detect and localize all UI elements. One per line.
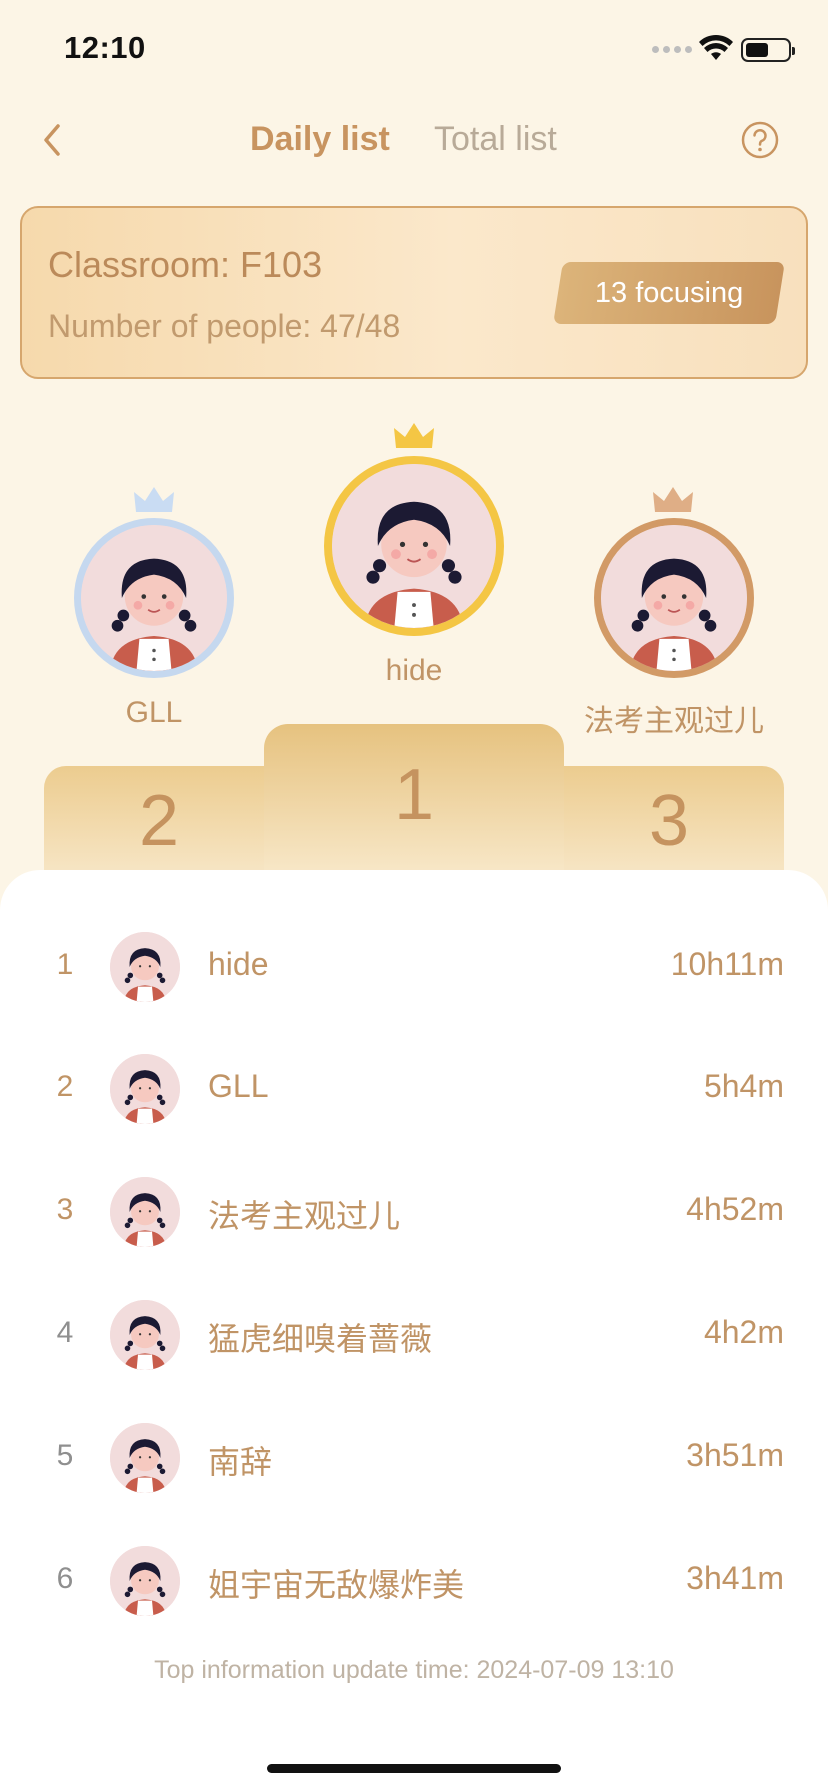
podium-avatar-3[interactable] — [594, 518, 754, 678]
classroom-title: Classroom: F103 — [48, 244, 323, 285]
avatar — [110, 1300, 180, 1370]
user-name: GLL — [208, 1068, 269, 1104]
top-nav: Daily list Total list — [0, 100, 828, 180]
focus-time: 10h11m — [670, 946, 784, 982]
people-count: Number of people: 47/48 — [48, 308, 401, 344]
podium-stand-3: 3 — [554, 766, 784, 876]
rank-number: 4 — [56, 1316, 74, 1349]
avatar — [110, 932, 180, 1002]
silver-crown-icon — [134, 487, 174, 512]
stand-number: 1 — [393, 755, 435, 835]
list-item[interactable]: 5 南辞 3h51m — [0, 1415, 828, 1505]
avatar — [332, 464, 496, 628]
podium-name-1: hide — [385, 654, 443, 687]
user-name: 猛虎细嗅着蔷薇 — [208, 1321, 433, 1357]
podium-name-2: GLL — [125, 696, 183, 729]
podium-avatar-2[interactable] — [74, 518, 234, 678]
focus-time: 4h2m — [703, 1314, 784, 1350]
focusing-count: 13 focusing — [594, 276, 744, 309]
question-circle-icon[interactable] — [740, 120, 780, 160]
tab-daily-list[interactable]: Daily list — [250, 120, 390, 159]
podium-stand-1: 1 — [264, 724, 564, 876]
user-name: 姐宇宙无敌爆炸美 — [208, 1567, 465, 1603]
avatar — [110, 1054, 180, 1124]
focus-time: 3h41m — [686, 1560, 784, 1596]
status-bar: 12:10 — [0, 0, 828, 100]
focus-time: 5h4m — [703, 1068, 784, 1104]
podium-stand-2: 2 — [44, 766, 274, 876]
avatar — [81, 525, 227, 671]
stand-number: 3 — [648, 781, 690, 861]
list-item[interactable]: 6 姐宇宙无敌爆炸美 3h41m — [0, 1538, 828, 1628]
avatar — [601, 525, 747, 671]
rank-number: 1 — [56, 948, 74, 981]
rank-number: 6 — [56, 1562, 74, 1595]
avatar — [110, 1177, 180, 1247]
stand-number: 2 — [138, 781, 180, 861]
list-item[interactable]: 2 GLL 5h4m — [0, 1046, 828, 1136]
rank-number: 5 — [56, 1439, 74, 1472]
focus-time: 4h52m — [686, 1191, 784, 1227]
gold-crown-icon — [394, 423, 434, 448]
rank-number: 2 — [56, 1070, 74, 1103]
list-item[interactable]: 3 法考主观过儿 4h52m — [0, 1169, 828, 1259]
ranking-list: 1 hide 10h11m 2 GLL 5h4m 3 法考主观过儿 4h52m … — [0, 870, 828, 1792]
avatar — [110, 1423, 180, 1493]
user-name: 法考主观过儿 — [208, 1198, 401, 1234]
wifi-icon — [699, 34, 733, 60]
list-item[interactable]: 1 hide 10h11m — [0, 924, 828, 1014]
cellular-signal-icon — [652, 46, 692, 56]
focusing-badge: 13 focusing — [553, 262, 785, 324]
avatar — [110, 1546, 180, 1616]
tab-total-list[interactable]: Total list — [434, 120, 557, 159]
focus-time: 3h51m — [686, 1437, 784, 1473]
classroom-card: Classroom: F103 Number of people: 47/48 … — [20, 206, 808, 379]
rank-number: 3 — [56, 1193, 74, 1226]
bronze-crown-icon — [653, 487, 693, 512]
home-indicator[interactable] — [267, 1764, 561, 1773]
podium-avatar-1[interactable] — [324, 456, 504, 636]
user-name: 南辞 — [208, 1444, 273, 1480]
list-item[interactable]: 4 猛虎细嗅着蔷薇 4h2m — [0, 1292, 828, 1382]
user-name: hide — [208, 946, 269, 982]
update-time-text: Top information update time: 2024-07-09 … — [154, 1656, 674, 1684]
status-time: 12:10 — [64, 30, 146, 65]
chevron-left-icon[interactable] — [34, 118, 70, 162]
battery-icon — [741, 38, 795, 62]
podium-name-3: 法考主观过儿 — [584, 705, 764, 738]
